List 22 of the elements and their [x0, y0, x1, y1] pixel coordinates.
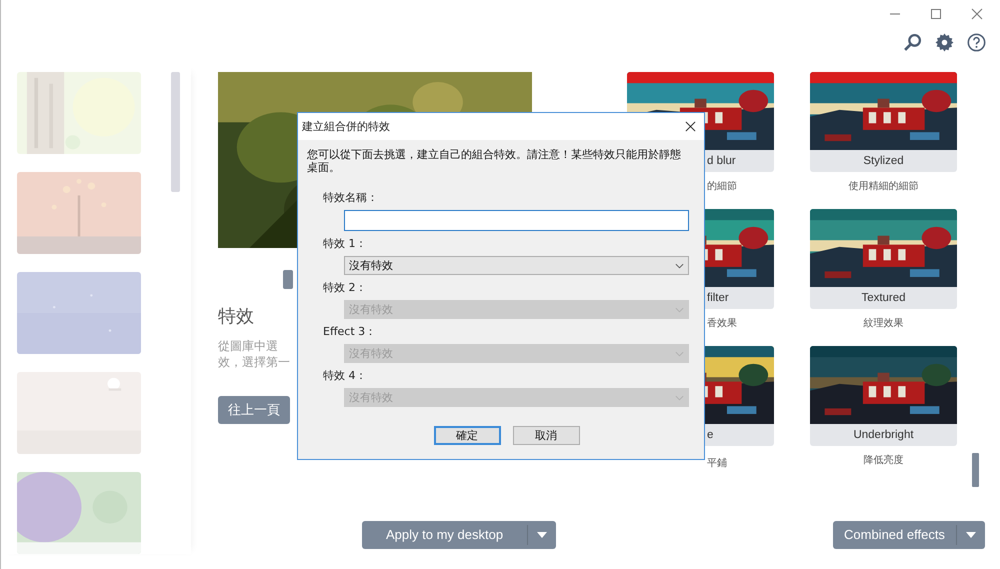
effect-label: d blur [707, 155, 736, 167]
effect-caption: 紋理效果 [864, 318, 904, 329]
effect-label: filter [707, 292, 729, 304]
description-text: 效，選擇第一 [218, 354, 290, 370]
effect-caption: 使用精細的細節 [848, 181, 918, 192]
effect-caption: 平鋪 [707, 458, 727, 469]
field-label: 特效 4： [323, 368, 368, 383]
effect-label: Underbright [853, 429, 914, 441]
effect-caption: 降低亮度 [864, 455, 904, 466]
field-label: 特效 1： [323, 236, 368, 251]
section-heading: 特效 [218, 305, 254, 328]
dialog-title: 建立組合併的特效 [302, 119, 390, 134]
effect-label: e [707, 429, 714, 441]
effect-caption: 的細節 [707, 181, 737, 192]
field-label: 特效名稱： [323, 190, 379, 205]
effect-label: Stylized [863, 155, 904, 167]
field-label: Effect 3： [323, 324, 378, 339]
dialog-message: 您可以從下面去挑選，建立自己的組合特效。請注意！某些特效只能用於靜態桌面。 [307, 148, 682, 174]
field-label: 特效 2： [323, 280, 368, 295]
description-text: 從圖庫中選 [218, 338, 279, 354]
effect-label: Textured [861, 292, 906, 304]
effect-caption: 香效果 [707, 318, 737, 329]
